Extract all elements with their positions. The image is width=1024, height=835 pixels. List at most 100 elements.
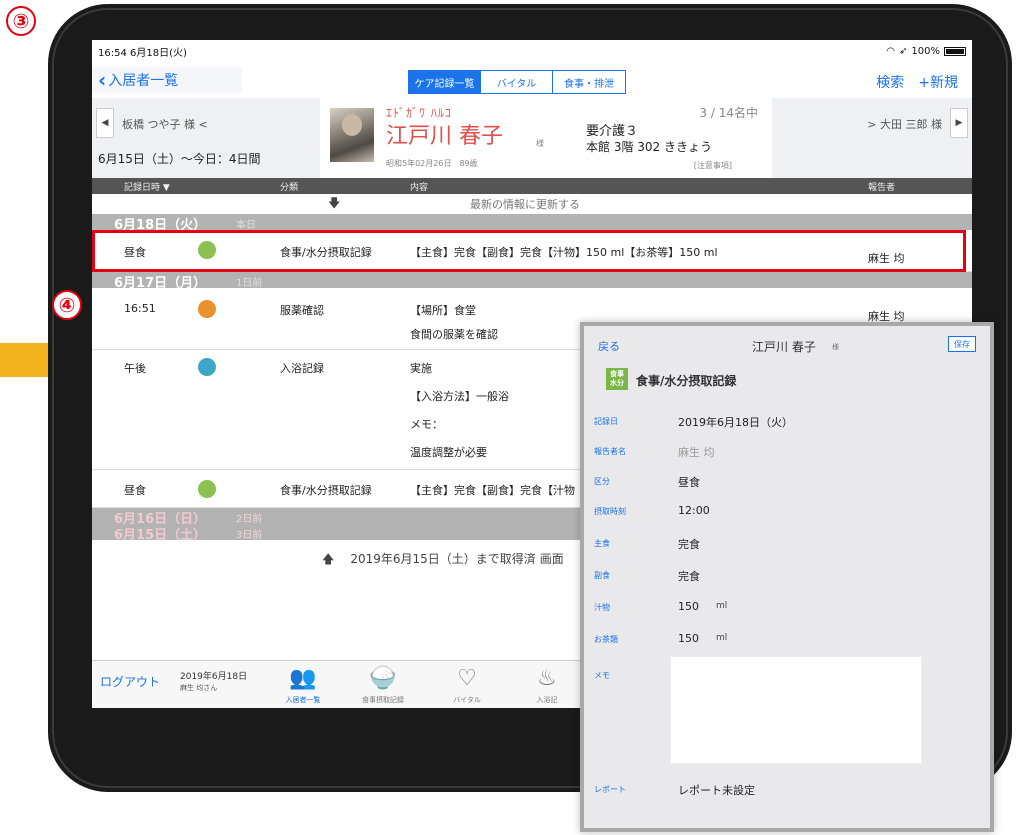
record-content-line: 【入浴方法】一般浴 [410,390,509,403]
status-dot [198,241,216,259]
arrow-down-icon: 🡇 [328,196,341,210]
field-label: 摂取時刻 [594,507,626,516]
memo-textarea[interactable] [670,656,922,764]
field-value: 12:00 [678,504,710,517]
battery-percent: 100% [911,45,940,57]
previous-resident-button[interactable]: ◀ [96,108,114,138]
relative-day: 3日前 [236,530,263,541]
logout-button[interactable]: ログアウト [100,673,160,690]
heart-pulse-icon: ♡ [457,666,477,691]
loaded-label: 2019年6月15日（土）まで取得済 [350,552,536,566]
field-value: 150 [678,600,699,613]
table-header: 記録日時 ▼ 分類 内容 報告者 [92,178,972,194]
field-label: お茶類 [594,635,618,644]
field-label: 副食 [594,571,610,580]
tab-meals-excretion[interactable]: 食事・排泄 [553,71,625,93]
tab-bathing[interactable]: ♨ 入浴記 [512,665,582,705]
tab-label: 食事摂取記録 [362,696,404,704]
field-label: 報告者名 [594,447,626,456]
field-meal-type[interactable]: 区分 昼食 [584,470,990,496]
field-value: 150 [678,632,699,645]
tab-residents[interactable]: 👥 入居者一覧 [268,665,338,705]
notice-link[interactable]: [注意事項] [694,160,732,171]
badge-line: 食事 [610,370,624,378]
field-tea[interactable]: お茶類 150 ml [584,628,990,654]
record-category: 食事/水分摂取記録 [280,246,372,259]
location-icon: ➶ [899,45,908,57]
relative-day: 1日前 [236,278,263,289]
panel-back-button[interactable]: 戻る [598,338,620,354]
record-category: 服薬確認 [280,304,324,317]
record-time: 午後 [124,362,146,375]
login-user: 麻生 均さん [180,684,218,692]
record-content-line: メモ： [410,418,443,431]
panel-title: 食事/水分摂取記録 [636,374,737,388]
field-label: 区分 [594,477,610,486]
bowl-icon: 🍚 [369,666,397,691]
tab-care-records[interactable]: ケア記録一覧 [409,71,481,93]
field-value: 麻生 均 [678,446,715,459]
refresh-label: 最新の情報に更新する [470,198,580,211]
residents-icon: 👥 [289,666,317,691]
field-staple[interactable]: 主食 完食 [584,532,990,558]
status-time: 16:54 [98,47,127,59]
record-detail-panel: 戻る 江戸川 春子 様 保存 食事 水分 食事/水分摂取記録 記録日 2019年… [580,322,994,832]
back-label: 入居者一覧 [108,73,179,89]
field-reporter[interactable]: 報告者名 麻生 均 [584,440,990,466]
tab-label: 入浴記 [536,696,558,704]
field-label: 汁物 [594,603,610,612]
resident-name: 江戸川 春子 [386,124,503,149]
panel-honorific: 様 [832,343,839,351]
room-info: 本館 3階 302 ききょう [586,140,712,154]
bath-icon: ♨ [537,666,557,691]
field-label: 主食 [594,539,610,548]
record-content: 【主食】完食【副食】完食【汁物】150 ml【お茶等】150 ml [410,246,718,259]
field-value: 完食 [678,570,700,583]
save-button[interactable]: 保存 [948,336,976,352]
resident-card: ｴﾄﾞｶﾞﾜ ﾊﾙｺ 江戸川 春子 様 昭和5年02月26日 89歳 3 / 1… [320,98,772,178]
field-unit: ml [716,633,728,643]
nav-bar: ‹ 入居者一覧 ケア記録一覧 バイタル 食事・排泄 検索 +新規 [92,62,972,98]
relative-day: 2日前 [236,514,263,525]
record-content: 【主食】完食【副食】完食【汁物 [410,484,575,497]
record-content: 実施 [410,362,432,375]
status-dot [198,480,216,498]
record-category: 食事/水分摂取記録 [280,484,372,497]
field-report[interactable]: レポート レポート未設定 [584,778,990,804]
field-value: 完食 [678,538,700,551]
field-value: 2019年6月18日（火） [678,416,793,429]
resident-honorific: 様 [536,139,544,148]
step-4-marker: ④ [52,290,82,320]
field-record-date[interactable]: 記録日 2019年6月18日（火） [584,410,990,436]
next-resident-name[interactable]: > 大田 三郎 様 [867,116,942,132]
refresh-row[interactable]: 🡇 最新の情報に更新する [92,194,972,214]
new-record-button[interactable]: +新規 [918,72,958,92]
tab-label: 入居者一覧 [285,696,321,704]
previous-resident-name[interactable]: 板橋 つや子 様 < [122,116,208,132]
tab-vitals[interactable]: バイタル [481,71,553,93]
step-3-marker: ③ [6,6,36,36]
next-resident-button[interactable]: ▶ [950,108,968,138]
tab-meal-records[interactable]: 🍚 食事摂取記録 [348,665,418,705]
tab-label: バイタル [453,696,481,704]
status-dot [198,358,216,376]
field-unit: ml [716,601,728,611]
column-category: 分類 [280,183,299,193]
search-button[interactable]: 検索 [876,72,904,92]
record-time: 昼食 [124,484,146,497]
field-soup[interactable]: 汁物 150 ml [584,596,990,622]
triangle-left-icon: ◀ [101,118,109,128]
panel-resident-name: 江戸川 春子 [752,340,816,354]
record-category: 入浴記録 [280,362,324,375]
field-side-dish[interactable]: 副食 完食 [584,564,990,590]
field-intake-time[interactable]: 摂取時刻 12:00 [584,500,990,526]
back-button[interactable]: ‹ 入居者一覧 [92,67,242,93]
record-content: 【場所】食堂 [410,304,476,317]
tab-vitals-bottom[interactable]: ♡ バイタル [432,665,502,705]
table-row[interactable]: 昼食 食事/水分摂取記録 【主食】完食【副食】完食【汁物】150 ml【お茶等】… [92,230,972,272]
column-content: 内容 [410,183,429,193]
column-datetime[interactable]: 記録日時 ▼ [124,180,170,193]
load-more-link[interactable]: 画面 [540,550,564,571]
panel-header: 戻る 江戸川 春子 様 保存 [584,326,990,358]
field-value: 昼食 [678,476,700,489]
